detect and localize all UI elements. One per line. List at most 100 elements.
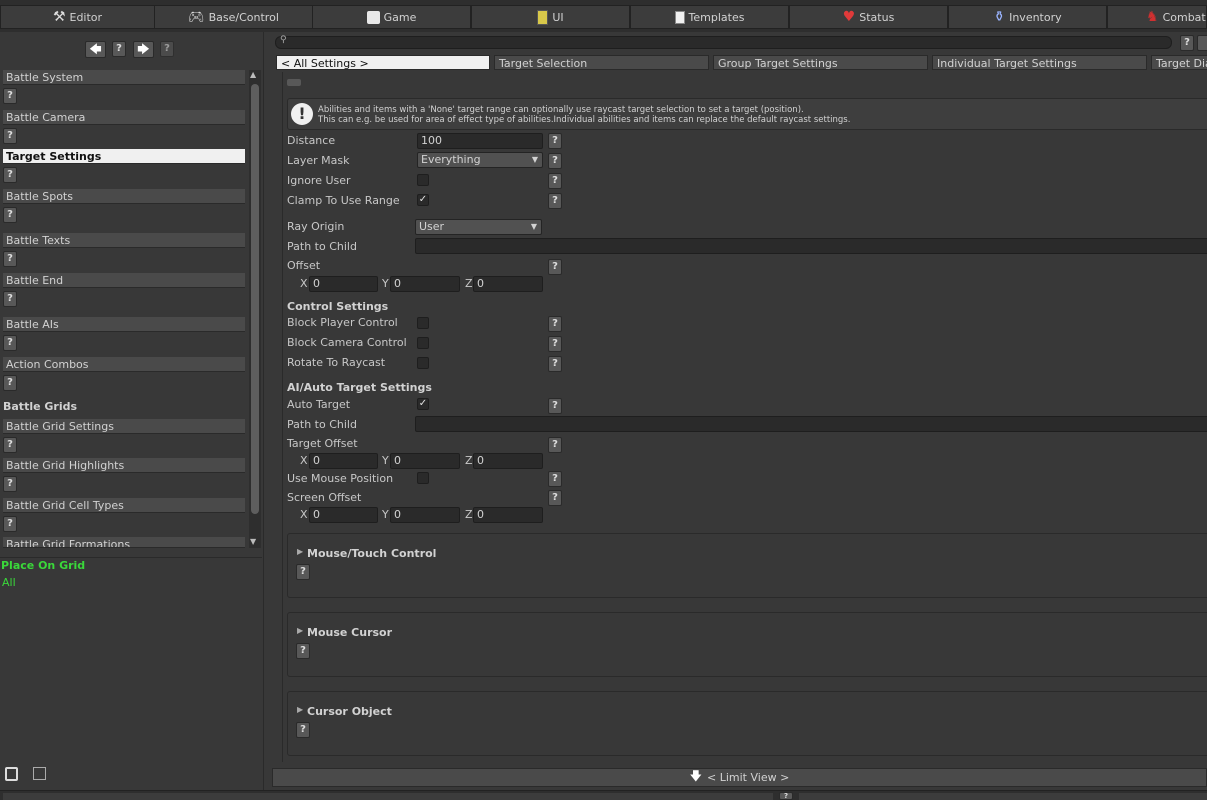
- help-button[interactable]: ?: [3, 476, 17, 492]
- block-player-checkbox[interactable]: [417, 317, 429, 329]
- sidebar-item-battle-camera[interactable]: Battle Camera: [3, 110, 245, 125]
- external-link-icon[interactable]: [33, 767, 46, 780]
- tab-combat[interactable]: ♞ Combat: [1107, 5, 1207, 29]
- document-icon: [674, 10, 685, 24]
- help-button[interactable]: ?: [3, 335, 17, 351]
- help-button[interactable]: ?: [548, 316, 562, 332]
- settings-button[interactable]: [1197, 35, 1207, 51]
- scroll-thumb[interactable]: [251, 84, 259, 514]
- ray-origin-dropdown[interactable]: User ▼: [415, 219, 542, 235]
- sidebar-item-target-settings[interactable]: Target Settings: [3, 149, 245, 164]
- help-button[interactable]: ?: [1180, 35, 1194, 51]
- block-camera-label: Block Camera Control: [287, 336, 407, 349]
- help-button[interactable]: ?: [548, 356, 562, 372]
- tab-ui[interactable]: UI: [471, 5, 630, 29]
- offset-y-field[interactable]: 0: [390, 276, 460, 292]
- sidebar-item-battle-texts[interactable]: Battle Texts: [3, 233, 245, 248]
- search-input[interactable]: [275, 36, 1172, 49]
- sidebar-item-battle-ais[interactable]: Battle AIs: [3, 317, 245, 332]
- tab-editor[interactable]: ⚒ Editor: [0, 5, 155, 29]
- foldout-title[interactable]: Mouse/Touch Control: [307, 547, 436, 560]
- back-button[interactable]: 🡄: [85, 41, 106, 58]
- clamp-checkbox[interactable]: ✓: [417, 194, 429, 206]
- help-button[interactable]: ?: [3, 207, 17, 223]
- subtab-target-selection[interactable]: Target Selection: [494, 55, 709, 70]
- subtab-group-target-settings[interactable]: Group Target Settings: [713, 55, 928, 70]
- help-button[interactable]: ?: [3, 375, 17, 391]
- sidebar-item-battle-system[interactable]: Battle System: [3, 70, 245, 85]
- offset-x-field[interactable]: 0: [309, 276, 378, 292]
- help-button[interactable]: ?: [3, 88, 17, 104]
- help-button[interactable]: ?: [548, 173, 562, 189]
- clipboard-icon[interactable]: [5, 767, 18, 781]
- target-offset-label: Target Offset: [287, 437, 358, 450]
- layer-mask-dropdown[interactable]: Everything ▼: [417, 152, 543, 168]
- subtab-all-settings[interactable]: < All Settings >: [276, 55, 490, 70]
- subtab-individual-target-settings[interactable]: Individual Target Settings: [932, 55, 1147, 70]
- sidebar-item-battle-grid-highlights[interactable]: Battle Grid Highlights: [3, 458, 245, 473]
- foldout-mouse-touch[interactable]: [287, 533, 1207, 598]
- help-button[interactable]: ?: [3, 128, 17, 144]
- distance-field[interactable]: 100: [417, 133, 543, 149]
- collapse-tab[interactable]: [287, 79, 301, 86]
- help-button[interactable]: ?: [548, 398, 562, 414]
- foldout-title[interactable]: Mouse Cursor: [307, 626, 392, 639]
- target-offset-z-field[interactable]: 0: [473, 453, 543, 469]
- help-button[interactable]: ?: [296, 643, 310, 659]
- help-button[interactable]: ?: [3, 291, 17, 307]
- help-button[interactable]: ?: [548, 133, 562, 149]
- foldout-arrow-icon[interactable]: ▶: [297, 547, 303, 556]
- tab-base-control[interactable]: 🎮︎ Base/Control: [154, 5, 313, 29]
- sidebar-item-action-combos[interactable]: Action Combos: [3, 357, 245, 372]
- sidebar-item-battle-grid-formations[interactable]: Battle Grid Formations: [3, 537, 245, 548]
- screen-offset-x-field[interactable]: 0: [309, 507, 378, 523]
- tab-templates[interactable]: Templates: [630, 5, 789, 29]
- help-button[interactable]: ?: [3, 251, 17, 267]
- help-button[interactable]: ?: [3, 167, 17, 183]
- screen-offset-z-field[interactable]: 0: [473, 507, 543, 523]
- target-offset-y-field[interactable]: 0: [390, 453, 460, 469]
- path-to-child-field[interactable]: [415, 416, 1207, 432]
- scroll-down-icon[interactable]: ▼: [250, 537, 256, 546]
- forward-button[interactable]: 🡆: [133, 41, 154, 58]
- foldout-title[interactable]: Cursor Object: [307, 705, 392, 718]
- help-button[interactable]: ?: [548, 193, 562, 209]
- tab-inventory[interactable]: ⚱ Inventory: [948, 5, 1107, 29]
- sidebar-item-battle-grid-cell-types[interactable]: Battle Grid Cell Types: [3, 498, 245, 513]
- sidebar-item-battle-end[interactable]: Battle End: [3, 273, 245, 288]
- sidebar-item-battle-grid-settings[interactable]: Battle Grid Settings: [3, 419, 245, 434]
- help-button[interactable]: ?: [548, 437, 562, 453]
- use-mouse-checkbox[interactable]: [417, 472, 429, 484]
- ui-icon: [537, 9, 549, 25]
- block-camera-checkbox[interactable]: [417, 337, 429, 349]
- ignore-user-checkbox[interactable]: [417, 174, 429, 186]
- help-button[interactable]: ?: [296, 722, 310, 738]
- limit-view-bar[interactable]: 🡇 < Limit View >: [272, 768, 1207, 787]
- auto-target-checkbox[interactable]: ✓: [417, 398, 429, 410]
- help-button[interactable]: ?: [779, 792, 793, 800]
- help-button[interactable]: ?: [3, 516, 17, 532]
- offset-z-field[interactable]: 0: [473, 276, 543, 292]
- foldout-mouse-cursor[interactable]: [287, 612, 1207, 677]
- rotate-checkbox[interactable]: [417, 357, 429, 369]
- foldout-arrow-icon[interactable]: ▶: [297, 626, 303, 635]
- help-button[interactable]: ?: [112, 41, 126, 57]
- tab-game[interactable]: Game: [312, 5, 471, 29]
- help-button[interactable]: ?: [548, 336, 562, 352]
- help-button[interactable]: ?: [548, 471, 562, 487]
- subtab-target-dialogue[interactable]: Target Dia: [1151, 55, 1207, 70]
- path-to-child-field[interactable]: [415, 238, 1207, 254]
- foldout-arrow-icon[interactable]: ▶: [297, 705, 303, 714]
- screen-offset-y-field[interactable]: 0: [390, 507, 460, 523]
- help-button[interactable]: ?: [548, 153, 562, 169]
- help-button[interactable]: ?: [160, 41, 174, 57]
- help-button[interactable]: ?: [548, 259, 562, 275]
- foldout-cursor-object[interactable]: [287, 691, 1207, 756]
- sidebar-item-battle-spots[interactable]: Battle Spots: [3, 189, 245, 204]
- target-offset-x-field[interactable]: 0: [309, 453, 378, 469]
- help-button[interactable]: ?: [548, 490, 562, 506]
- help-button[interactable]: ?: [296, 564, 310, 580]
- help-button[interactable]: ?: [3, 437, 17, 453]
- scroll-up-icon[interactable]: ▲: [250, 70, 256, 79]
- tab-status[interactable]: ♥ Status: [789, 5, 948, 29]
